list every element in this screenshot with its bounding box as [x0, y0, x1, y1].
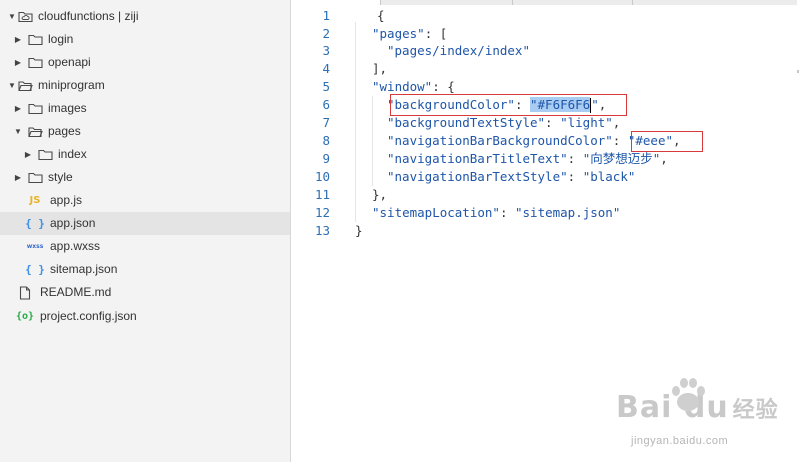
tree-item-label: sitemap.json: [50, 262, 118, 276]
json-file-icon: { }: [25, 217, 45, 230]
code-line[interactable]: 11},: [292, 186, 801, 204]
code-text: "pages": [: [372, 26, 448, 41]
js-file-icon: JS: [29, 195, 41, 206]
file-icon: [17, 281, 33, 304]
tree-item-label: app.json: [50, 216, 96, 230]
code-text: ],: [372, 61, 388, 76]
scrollbar-thumb[interactable]: [797, 70, 799, 73]
folder-icon: [37, 143, 53, 166]
code-text: }: [355, 223, 363, 238]
tree-item-images[interactable]: ▶ images: [0, 97, 290, 120]
tree-item-label: app.wxss: [50, 239, 101, 253]
tree-item-label: openapi: [48, 55, 91, 69]
chevron-down-icon[interactable]: ▼: [7, 5, 17, 28]
tree-item-label: app.js: [50, 193, 83, 207]
cloud-folder-icon: [17, 5, 33, 28]
folder-icon: [27, 166, 43, 189]
tree-item-openapi[interactable]: ▶ openapi: [0, 51, 290, 74]
tab-separator: [632, 0, 633, 5]
code-line[interactable]: 10 "navigationBarTextStyle": "black": [292, 168, 801, 186]
code-editor[interactable]: 1{2 "pages": [3 "pages/index/index" 4], 5 "wi…: [292, 0, 801, 462]
code-text: {: [377, 8, 385, 23]
line-number: 4: [322, 61, 330, 76]
tree-item-label: project.config.json: [40, 309, 137, 323]
chevron-down-icon[interactable]: ▼: [13, 120, 23, 143]
tree-item-label: pages: [48, 124, 81, 138]
tree-item-label: cloudfunctions | ziji: [38, 9, 139, 23]
line-number: 6: [322, 97, 330, 112]
code-line[interactable]: 13}: [292, 222, 801, 240]
tree-item-app-js[interactable]: JS app.js: [0, 189, 290, 212]
tree-item-pages[interactable]: ▼ pages: [0, 120, 290, 143]
code-text: "navigationBarTitleText": "向梦想迈步",: [387, 151, 668, 166]
code-line[interactable]: 12 "sitemapLocation": "sitemap.json": [292, 204, 801, 222]
tab-active-app-json[interactable]: [292, 0, 380, 5]
tree-item-label: images: [48, 101, 87, 115]
chevron-right-icon[interactable]: ▶: [13, 97, 23, 120]
tree-item-label: index: [58, 147, 87, 161]
tree-item-cloudfunctions-ziji[interactable]: ▼ cloudfunctions | ziji: [0, 5, 290, 28]
code-line[interactable]: 4],: [292, 60, 801, 78]
tree-item-label: README.md: [40, 285, 112, 299]
indent-guide: [355, 22, 356, 222]
folder-icon: [27, 28, 43, 51]
chevron-down-icon[interactable]: ▼: [7, 74, 17, 97]
tree-item-readme-md[interactable]: README.md: [0, 281, 290, 304]
tree-item-miniprogram[interactable]: ▼ miniprogram: [0, 74, 290, 97]
line-number: 13: [314, 223, 330, 238]
tree-item-sitemap-json[interactable]: { } sitemap.json: [0, 258, 290, 281]
folder-icon: [27, 51, 43, 74]
tree-item-app-wxss[interactable]: wxss app.wxss: [0, 235, 290, 258]
file-explorer: ▼ cloudfunctions | ziji ▶ login ▶ openapi ▼ min…: [0, 0, 291, 462]
chevron-right-icon[interactable]: ▶: [13, 51, 23, 74]
chevron-right-icon[interactable]: ▶: [13, 28, 23, 51]
tree-item-label: login: [48, 32, 74, 46]
folder-open-icon: [17, 74, 33, 97]
chevron-right-icon[interactable]: ▶: [23, 143, 33, 166]
editor-scrollbar[interactable]: [797, 0, 801, 410]
code-line[interactable]: 7 "backgroundTextStyle": "light",: [292, 114, 801, 132]
code-text: "backgroundTextStyle": "light",: [387, 115, 621, 130]
line-number: 9: [322, 151, 330, 166]
line-number: 11: [314, 187, 330, 202]
code-text: "sitemapLocation": "sitemap.json": [372, 205, 621, 220]
tab-separator: [380, 0, 381, 5]
tree-item-app-json[interactable]: { } app.json: [0, 212, 290, 235]
code-line[interactable]: 8 "navigationBarBackgroundColor": "#eee",: [292, 132, 801, 150]
code-line[interactable]: 3 "pages/index/index": [292, 42, 801, 60]
line-number: 10: [314, 169, 330, 184]
tree-item-label: style: [48, 170, 73, 184]
config-file-icon: {o}: [15, 311, 35, 322]
line-number: 5: [322, 79, 330, 94]
wxss-file-icon: wxss: [26, 243, 44, 250]
code-text: "pages/index/index": [387, 43, 530, 58]
tree-item-project-config-json[interactable]: {o} project.config.json: [0, 305, 290, 328]
line-number: 1: [322, 8, 330, 23]
indent-guide: [372, 96, 373, 186]
code-line[interactable]: 9 "navigationBarTitleText": "向梦想迈步",: [292, 150, 801, 168]
tree-item-index[interactable]: ▶ index: [0, 143, 290, 166]
code-text: "navigationBarTextStyle": "black": [387, 169, 636, 184]
json-file-icon: { }: [25, 263, 45, 276]
tab-separator: [512, 0, 513, 5]
editor-tab-strip: [292, 0, 801, 5]
code-text: },: [372, 187, 388, 202]
highlight-box-nav-bar-color: [631, 131, 703, 152]
line-number: 3: [322, 43, 330, 58]
tree-item-style[interactable]: ▶ style: [0, 166, 290, 189]
tree-item-label: miniprogram: [38, 78, 105, 92]
line-number: 12: [314, 205, 330, 220]
tree-item-login[interactable]: ▶ login: [0, 28, 290, 51]
folder-open-icon: [27, 120, 43, 143]
line-number: 2: [322, 26, 330, 41]
line-number: 7: [322, 115, 330, 130]
code-line[interactable]: 1{: [292, 7, 801, 25]
folder-icon: [27, 97, 43, 120]
code-line[interactable]: 2 "pages": [: [292, 25, 801, 43]
chevron-right-icon[interactable]: ▶: [13, 166, 23, 189]
line-number: 8: [322, 133, 330, 148]
highlight-box-background-color: [390, 94, 627, 116]
